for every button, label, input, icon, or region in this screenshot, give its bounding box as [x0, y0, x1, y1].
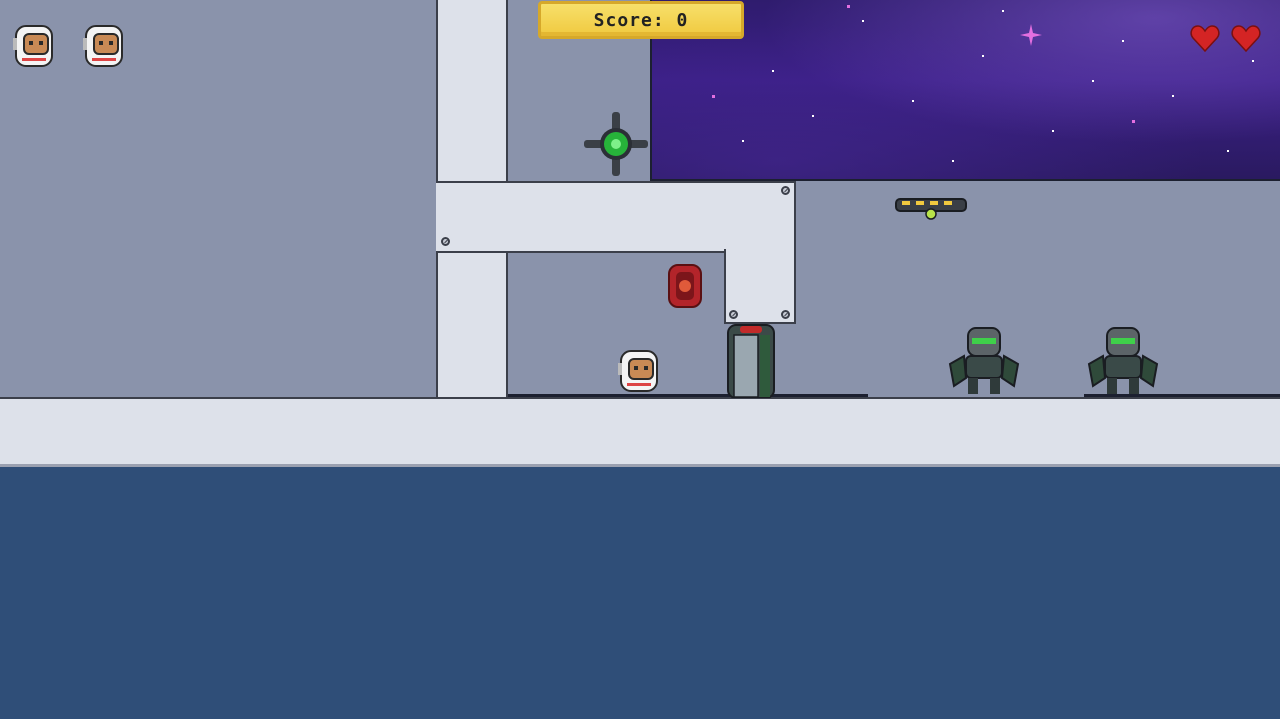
- score-label: Score:: [593, 9, 665, 31]
- score-panel: Score: 0: [538, 1, 744, 39]
- pink-sparkle-icon: [1020, 24, 1042, 46]
- space-window: [650, 0, 1280, 181]
- green-orb-drone[interactable]: [582, 110, 650, 178]
- heart-icon: [1231, 24, 1261, 54]
- astronaut-player[interactable]: [617, 349, 661, 395]
- bolt-icon: [441, 237, 450, 246]
- astronaut-life-icon: [12, 24, 56, 70]
- lower-deck: [0, 467, 1280, 719]
- astronaut-life-icon: [82, 24, 126, 70]
- score-value: 0: [676, 9, 689, 31]
- hover-platform[interactable]: [894, 197, 968, 223]
- red-fuel-canister[interactable]: [667, 262, 703, 310]
- heart-icon: [1190, 24, 1220, 54]
- station-floor: [0, 397, 1280, 467]
- sliding-door[interactable]: [726, 323, 776, 399]
- bolt-icon: [781, 310, 790, 319]
- alien-robot-enemy[interactable]: [944, 326, 1024, 396]
- alien-robot-enemy[interactable]: [1083, 326, 1163, 396]
- bolt-icon: [729, 310, 738, 319]
- bolt-icon: [781, 186, 790, 195]
- game-screen[interactable]: Score: 0: [0, 0, 1280, 719]
- pipe-fill: [506, 183, 726, 249]
